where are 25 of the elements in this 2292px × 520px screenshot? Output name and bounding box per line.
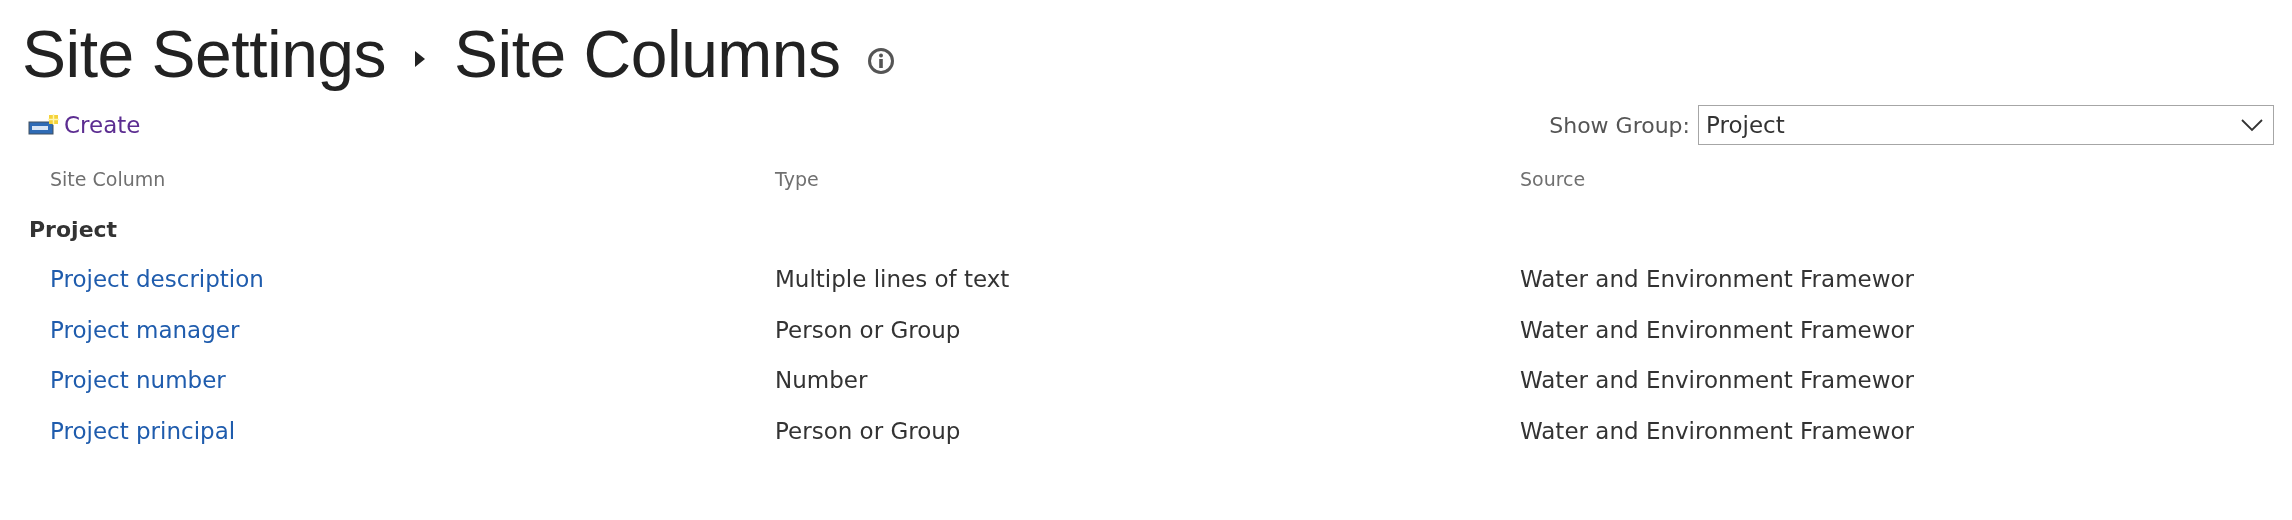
site-column-link[interactable]: Project principal (50, 417, 236, 444)
page-title: Site Columns (454, 16, 841, 92)
new-column-icon (28, 114, 60, 136)
show-group-label: Show Group: (1549, 112, 1690, 138)
table-cell: Water and Environment Framewor (1520, 316, 1915, 343)
create-link[interactable]: Create (28, 112, 141, 138)
column-header[interactable]: Source (1520, 168, 1586, 190)
group-heading: Project (29, 216, 118, 242)
breadcrumb-arrow-icon (414, 50, 427, 68)
group-dropdown[interactable]: Project (1698, 105, 2274, 145)
table-cell: Water and Environment Framewor (1520, 266, 1915, 293)
table-cell: Water and Environment Framewor (1520, 417, 1915, 444)
table-cell: Person or Group (775, 417, 961, 444)
breadcrumb-link[interactable]: Site Settings (22, 16, 387, 92)
column-header[interactable]: Type (775, 168, 819, 190)
site-column-link[interactable]: Project description (50, 266, 264, 293)
table-cell: Multiple lines of text (775, 266, 1010, 293)
chevron-down-icon (2241, 118, 2263, 132)
info-icon[interactable] (866, 47, 895, 75)
table-cell: Water and Environment Framewor (1520, 367, 1915, 394)
table-cell: Person or Group (775, 316, 961, 343)
site-column-link[interactable]: Project number (50, 367, 226, 394)
table-cell: Number (775, 367, 868, 394)
column-header[interactable]: Site Column (50, 168, 166, 190)
site-column-link[interactable]: Project manager (50, 316, 240, 343)
